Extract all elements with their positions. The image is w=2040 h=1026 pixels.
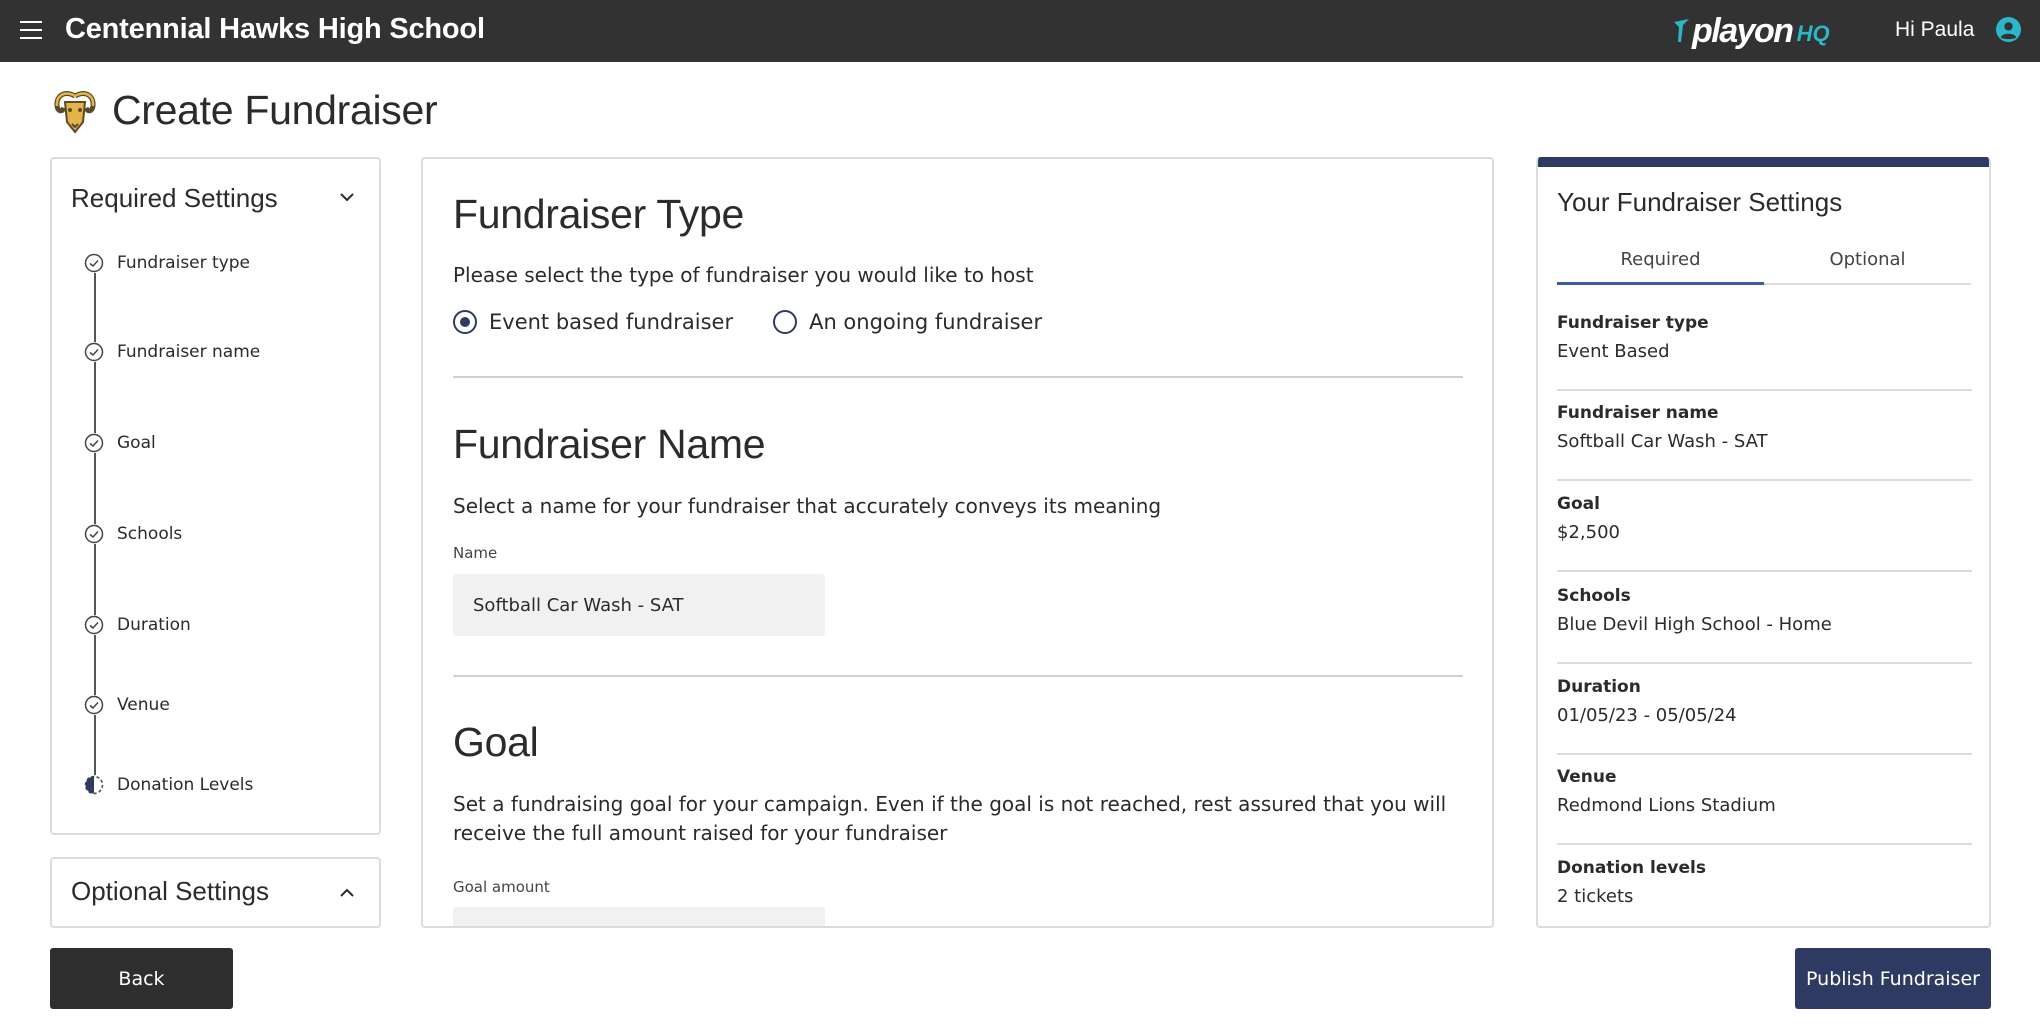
radio-selected-icon[interactable]: [453, 310, 477, 334]
summary-item-goal: Goal $2,500: [1557, 483, 1972, 572]
radio-unselected-icon[interactable]: [773, 310, 798, 334]
step-fundraiser-name[interactable]: Fundraiser name: [84, 340, 260, 364]
section-divider: [453, 675, 1463, 677]
back-button[interactable]: Back: [50, 948, 233, 1009]
hamburger-menu-icon[interactable]: [20, 21, 42, 39]
summary-item-donation-levels: Donation levels 2 tickets: [1557, 847, 1972, 926]
radio-ongoing[interactable]: An ongoing fundraiser: [773, 310, 1042, 334]
chevron-down-icon[interactable]: [339, 189, 355, 205]
summary-label: Goal: [1557, 494, 1600, 514]
summary-item-fundraiser-name: Fundraiser name Softball Car Wash - SAT: [1557, 392, 1972, 481]
step-goal[interactable]: Goal: [84, 431, 156, 455]
summary-value: Blue Devil High School - Home: [1557, 614, 1832, 635]
page-title: Create Fundraiser: [112, 86, 438, 133]
step-label: Goal: [117, 433, 156, 453]
summary-accent-bar: [1538, 157, 1989, 167]
step-schools[interactable]: Schools: [84, 522, 182, 546]
summary-tabs: Required Optional: [1557, 249, 1971, 285]
check-circle-icon: [84, 433, 104, 453]
fundraiser-name-input[interactable]: [453, 574, 825, 636]
step-label: Venue: [117, 695, 170, 715]
summary-value: Event Based: [1557, 341, 1670, 362]
fundraiser-settings-summary: Your Fundraiser Settings Required Option…: [1536, 157, 1991, 928]
goal-heading: Goal: [453, 719, 539, 765]
goal-amount-input[interactable]: [453, 907, 825, 926]
school-name: Centennial Hawks High School: [65, 13, 485, 45]
summary-value: 01/05/23 - 05/05/24: [1557, 705, 1737, 726]
step-donation-levels[interactable]: Donation Levels: [84, 773, 253, 797]
in-progress-circle-icon: [84, 775, 104, 795]
step-duration[interactable]: Duration: [84, 613, 191, 637]
fundraiser-type-options: Event based fundraiser An ongoing fundra…: [453, 310, 1082, 334]
check-circle-icon: [84, 695, 104, 715]
summary-value: 2 tickets: [1557, 886, 1634, 907]
summary-value: Redmond Lions Stadium: [1557, 795, 1776, 816]
chevron-up-icon[interactable]: [339, 885, 355, 901]
check-circle-icon: [84, 253, 104, 273]
tab-optional[interactable]: Optional: [1764, 249, 1971, 283]
user-account-icon[interactable]: [1996, 17, 2021, 42]
logo-suffix: HQ: [1796, 21, 1830, 46]
optional-settings-title[interactable]: Optional Settings: [71, 876, 269, 907]
summary-title: Your Fundraiser Settings: [1557, 187, 1843, 217]
goal-amount-label: Goal amount: [453, 878, 550, 896]
fundraiser-type-description: Please select the type of fundraiser you…: [453, 263, 1034, 287]
step-label: Schools: [117, 524, 183, 544]
playon-hq-logo[interactable]: playon HQ: [1672, 10, 1830, 52]
radio-event-based[interactable]: Event based fundraiser: [453, 310, 733, 334]
required-settings-panel: Required Settings Fundraiser type Fundra…: [50, 157, 381, 835]
fundraiser-name-description: Select a name for your fundraiser that a…: [453, 494, 1162, 518]
logo-text: playon: [1692, 11, 1794, 50]
summary-label: Fundraiser name: [1557, 403, 1719, 423]
step-fundraiser-type[interactable]: Fundraiser type: [84, 251, 250, 275]
summary-item-fundraiser-type: Fundraiser type Event Based: [1557, 302, 1972, 391]
ram-mascot-logo: [54, 91, 96, 134]
summary-item-duration: Duration 01/05/23 - 05/05/24: [1557, 666, 1972, 755]
summary-item-schools: Schools Blue Devil High School - Home: [1557, 575, 1972, 664]
publish-fundraiser-button[interactable]: Publish Fundraiser: [1795, 948, 1991, 1009]
name-field-label: Name: [453, 544, 498, 562]
summary-value: Softball Car Wash - SAT: [1557, 431, 1768, 452]
user-greeting[interactable]: Hi Paula: [1895, 18, 1974, 42]
summary-item-venue: Venue Redmond Lions Stadium: [1557, 756, 1972, 845]
summary-label: Schools: [1557, 586, 1631, 606]
page-header: Create Fundraiser: [52, 86, 438, 134]
step-label: Donation Levels: [117, 775, 254, 795]
section-divider: [453, 376, 1463, 378]
optional-settings-panel[interactable]: Optional Settings: [50, 857, 381, 928]
step-label: Fundraiser name: [117, 342, 261, 362]
radio-label: Event based fundraiser: [489, 310, 734, 334]
fundraiser-name-heading: Fundraiser Name: [453, 421, 766, 467]
check-circle-icon: [84, 342, 104, 362]
fundraiser-type-heading: Fundraiser Type: [453, 191, 745, 237]
playon-arrow-icon: [1674, 19, 1689, 42]
summary-value: $2,500: [1557, 522, 1620, 543]
summary-label: Donation levels: [1557, 858, 1706, 878]
radio-label: An ongoing fundraiser: [809, 310, 1043, 334]
step-venue[interactable]: Venue: [84, 693, 170, 717]
step-label: Fundraiser type: [117, 253, 251, 273]
summary-label: Duration: [1557, 677, 1641, 697]
check-circle-icon: [84, 524, 104, 544]
step-label: Duration: [117, 615, 191, 635]
tab-required[interactable]: Required: [1557, 249, 1764, 285]
goal-description: Set a fundraising goal for your campaign…: [453, 792, 1447, 845]
summary-label: Venue: [1557, 767, 1617, 787]
top-app-bar: Centennial Hawks High School playon HQ H…: [0, 0, 2040, 62]
fundraiser-form: Fundraiser Type Please select the type o…: [421, 157, 1494, 928]
check-circle-icon: [84, 615, 104, 635]
summary-label: Fundraiser type: [1557, 313, 1709, 333]
required-settings-title[interactable]: Required Settings: [71, 183, 278, 214]
